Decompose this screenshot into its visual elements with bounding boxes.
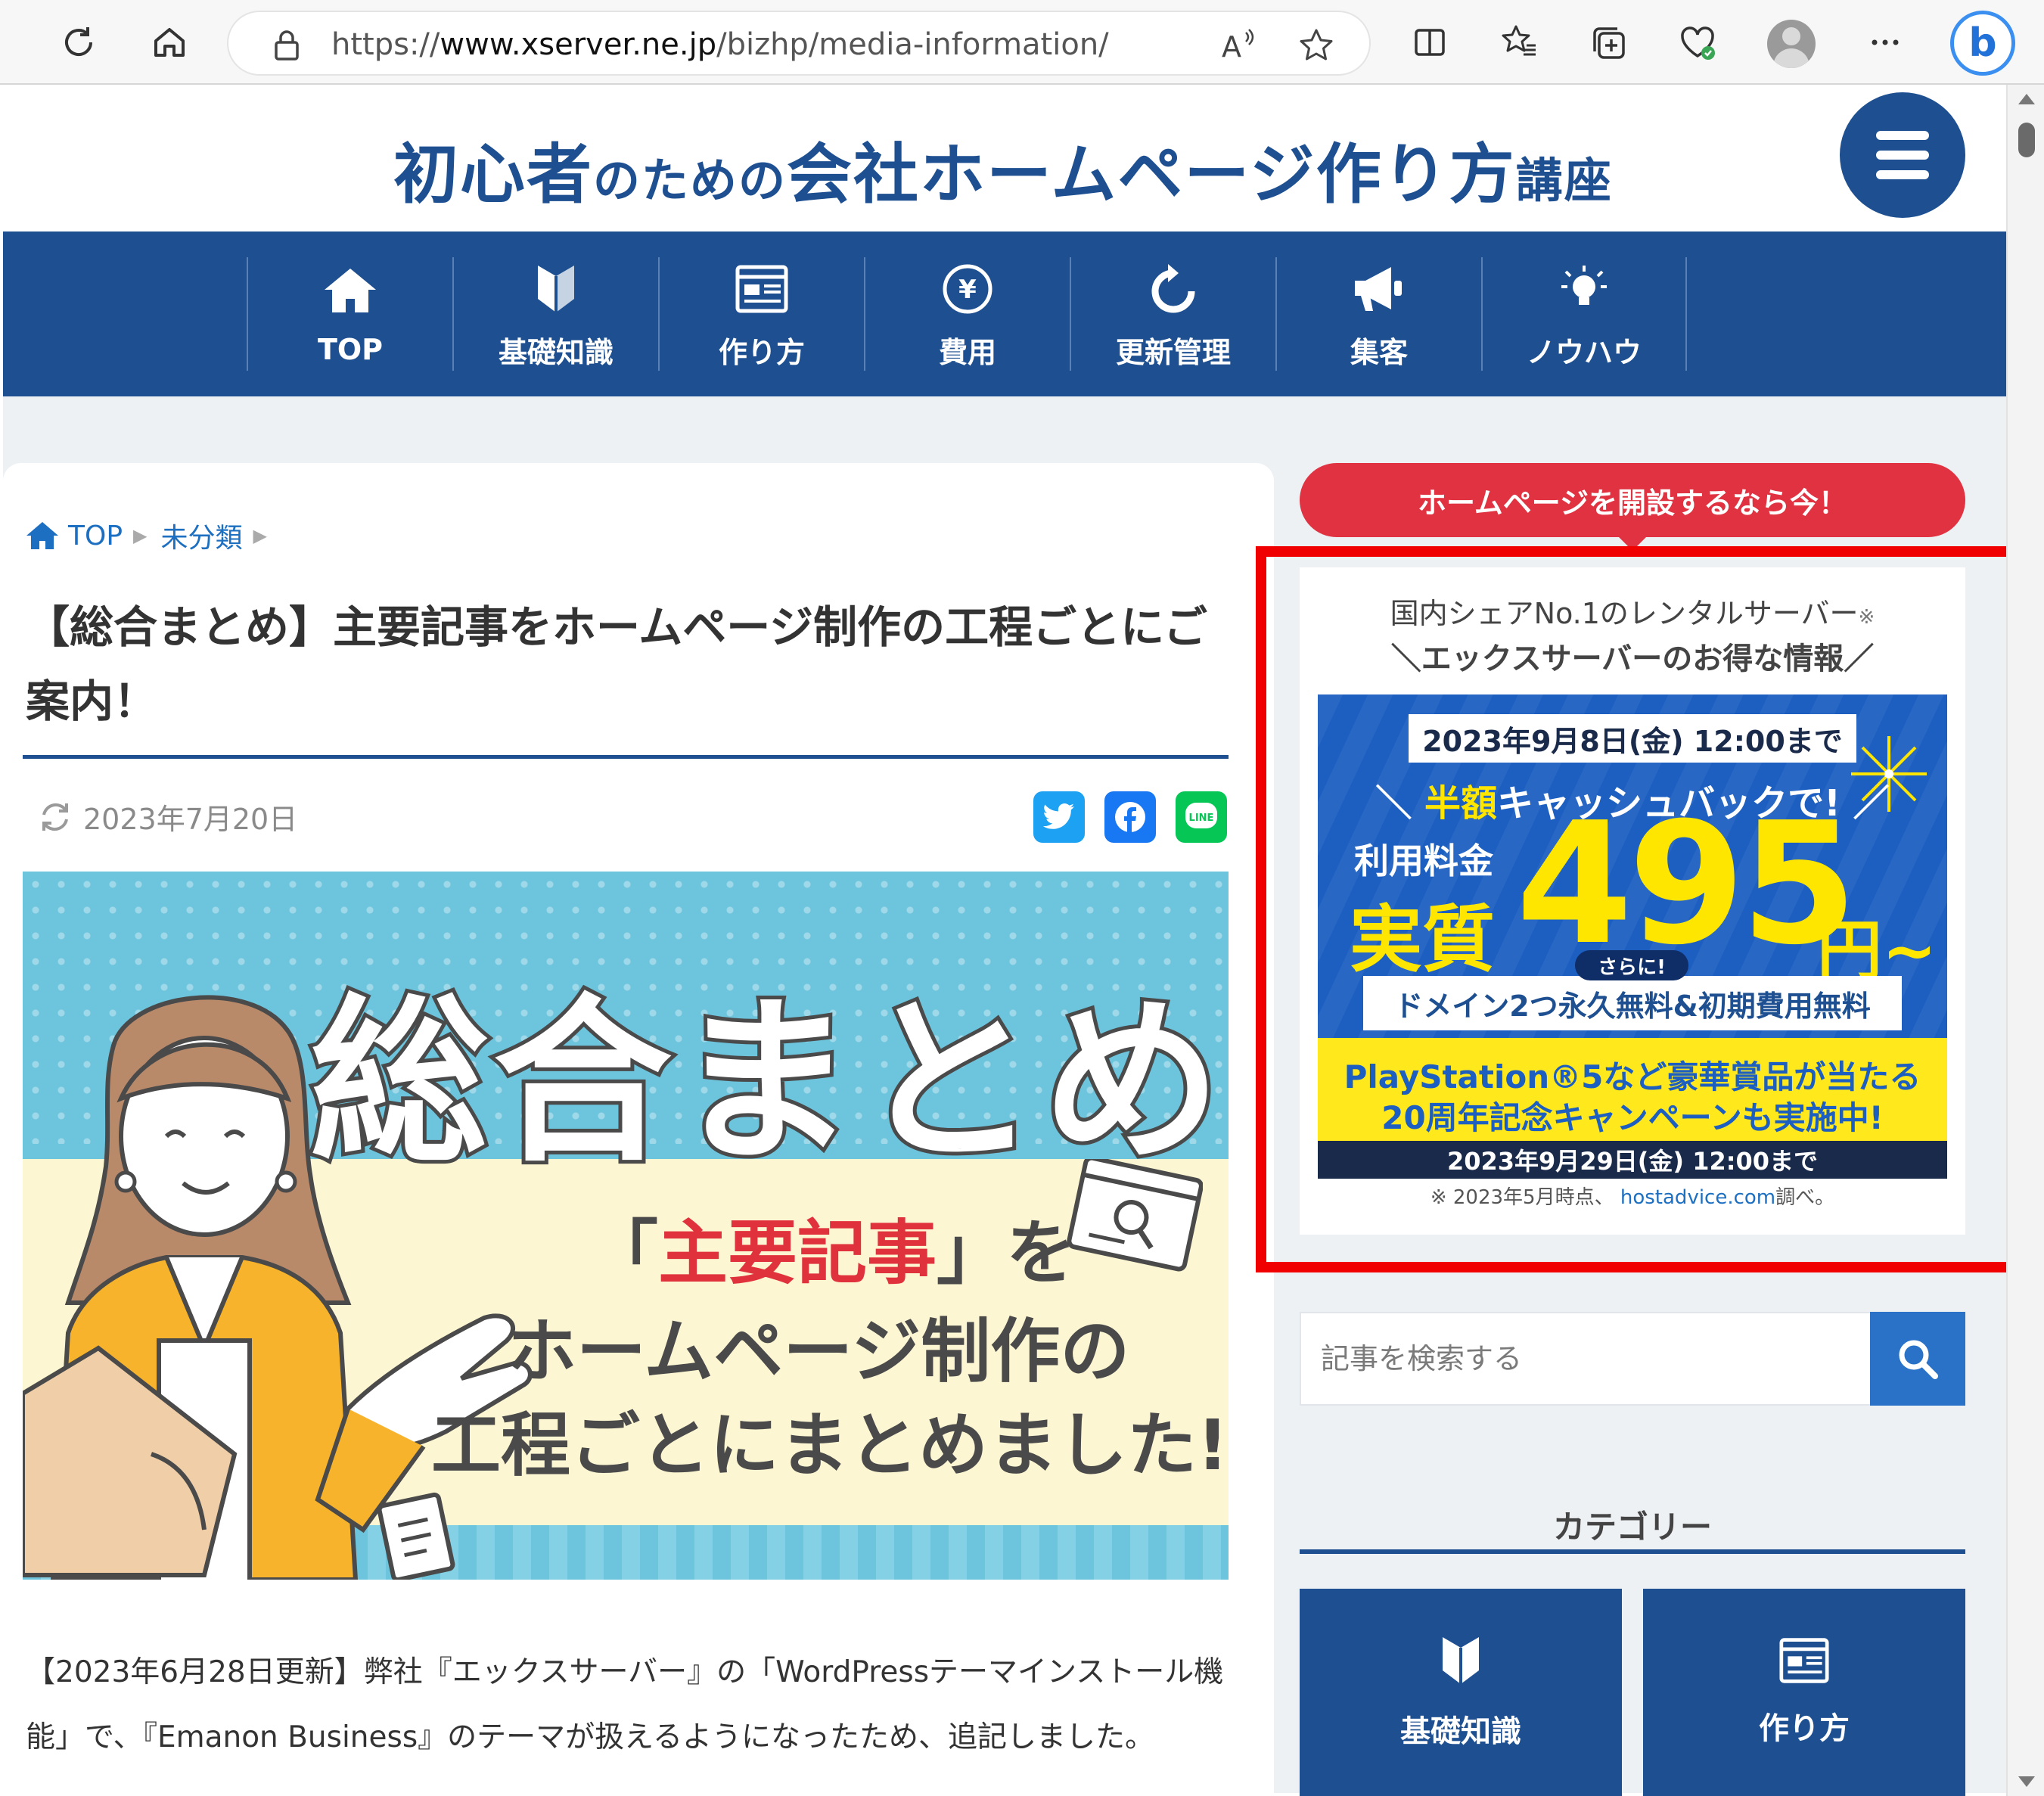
twitter-icon — [1042, 803, 1074, 829]
lightbulb-icon — [1554, 260, 1614, 317]
split-screen-icon[interactable] — [1406, 18, 1454, 67]
url-host: www.xserver.ne.jp — [440, 27, 717, 62]
category-tile-label: 基礎知識 — [1400, 1714, 1521, 1749]
webpage-icon — [732, 260, 792, 317]
category-tile-label: 作り方 — [1759, 1711, 1850, 1746]
facebook-share-button[interactable] — [1104, 791, 1156, 843]
date-text: 2023年7月20日 — [83, 803, 298, 836]
favorites-icon[interactable] — [1495, 18, 1543, 67]
nav-item-cost[interactable]: ¥ 費用 — [864, 257, 1070, 371]
search-box — [1300, 1312, 1875, 1406]
scroll-down-arrow-icon[interactable] — [2018, 1776, 2035, 1787]
hero-bracket-open: 「 — [589, 1213, 659, 1294]
twitter-share-button[interactable] — [1033, 791, 1085, 843]
refresh-icon — [1143, 260, 1204, 317]
collections-icon[interactable] — [1584, 18, 1632, 67]
profile-avatar[interactable] — [1767, 20, 1816, 68]
beginner-mark-icon — [526, 260, 586, 317]
house-icon — [320, 260, 381, 321]
article-intro-text: 【2023年6月28日更新】弊社『エックスサーバー』の「WordPressテーマ… — [26, 1655, 1224, 1754]
yen-coin-icon: ¥ — [937, 260, 998, 317]
chevron-right-icon: ▶ — [133, 525, 148, 546]
address-bar[interactable]: https://www.xserver.ne.jp/bizhp/media-in… — [227, 11, 1371, 76]
refresh-icon[interactable] — [54, 18, 103, 67]
breadcrumb-category-link[interactable]: 未分類 — [161, 516, 243, 555]
hero-image: 総合まとめ 「主要記事」を ホームページ制作の 工程ごとにまとめました! — [23, 872, 1229, 1580]
read-aloud-icon[interactable]: A — [1218, 24, 1260, 67]
search-input[interactable] — [1321, 1313, 1850, 1404]
nav-item-basics[interactable]: 基礎知識 — [452, 257, 658, 371]
breadcrumb-top-link[interactable]: TOP — [68, 520, 123, 552]
chevron-right-icon: ▶ — [253, 525, 267, 546]
article-card: TOP ▶ 未分類 ▶ 【総合まとめ】主要記事をホームページ制作の工程ごとにご案… — [3, 463, 1274, 1796]
lock-icon[interactable] — [269, 27, 304, 62]
nav-item-update[interactable]: 更新管理 — [1070, 257, 1275, 371]
logo-part4: 講座 — [1515, 153, 1613, 208]
hero-highlight-text: 主要記事 — [658, 1213, 937, 1294]
url-prefix: https:// — [331, 27, 440, 62]
scroll-thumb[interactable] — [2018, 123, 2035, 157]
nav-label: 更新管理 — [1115, 336, 1231, 369]
url-text[interactable]: https://www.xserver.ne.jp/bizhp/media-in… — [331, 27, 1109, 62]
promo-ribbon: ホームページを開設するなら今！ — [1300, 463, 1965, 551]
hamburger-line — [1876, 151, 1929, 160]
nav-item-marketing[interactable]: 集客 — [1275, 257, 1481, 371]
hamburger-line — [1876, 131, 1929, 140]
home-icon — [26, 522, 58, 549]
nav-label: TOP — [317, 333, 384, 366]
category-divider — [1300, 1549, 1965, 1554]
line-icon: LINE — [1185, 803, 1217, 828]
bing-copilot-icon[interactable]: b — [1950, 11, 2015, 76]
webpage-icon — [1779, 1638, 1829, 1683]
svg-text:A: A — [1222, 30, 1241, 64]
site-logo[interactable]: 初心者のための会社ホームページ作り方講座 — [393, 121, 1613, 216]
browser-toolbar: https://www.xserver.ne.jp/bizhp/media-in… — [0, 0, 2044, 85]
home-icon[interactable] — [145, 18, 194, 67]
url-path: /bizhp/media-information/ — [716, 27, 1109, 62]
nav-label: ノウハウ — [1526, 336, 1642, 369]
nav-label: 作り方 — [718, 336, 805, 369]
title-divider — [23, 755, 1229, 759]
line-share-button[interactable]: LINE — [1176, 791, 1227, 843]
browser-essentials-icon[interactable] — [1673, 18, 1722, 67]
svg-text:LINE: LINE — [1189, 813, 1214, 824]
category-heading: カテゴリー — [1300, 1490, 1965, 1558]
hero-line3: 工程ごとにまとめました! — [431, 1405, 1229, 1486]
search-button[interactable] — [1870, 1312, 1965, 1406]
search-icon — [1899, 1340, 1938, 1379]
logo-part3: 会社ホームページ作り方 — [787, 137, 1516, 213]
category-tile-howto[interactable]: 作り方 — [1643, 1589, 1965, 1796]
logo-part1: 初心者 — [393, 137, 593, 213]
scroll-up-arrow-icon[interactable] — [2018, 94, 2035, 104]
global-nav: TOP 基礎知識 作り方 ¥ 費用 更新管理 集客 ノウハウ — [3, 231, 2006, 396]
updated-date: 2023年7月20日 — [38, 796, 297, 837]
nav-item-knowhow[interactable]: ノウハウ — [1481, 257, 1687, 371]
hero-line1: 「主要記事」を — [589, 1197, 1076, 1297]
hero-line2: ホームページ制作の — [507, 1311, 1130, 1392]
logo-part2: のための — [593, 153, 787, 208]
red-highlight-frame — [1256, 546, 2020, 1272]
svg-text:¥: ¥ — [958, 275, 977, 305]
nav-item-howto[interactable]: 作り方 — [658, 257, 864, 371]
page-scrollbar[interactable] — [2006, 85, 2044, 1796]
article-title: 【総合まとめ】主要記事をホームページ制作の工程ごとにご案内！ — [26, 601, 1207, 727]
more-icon[interactable] — [1861, 18, 1909, 67]
facebook-icon — [1115, 802, 1145, 832]
breadcrumb: TOP ▶ 未分類 ▶ — [26, 516, 281, 555]
hero-headline: 総合まとめ — [306, 974, 1226, 1190]
nav-label: 費用 — [938, 336, 996, 369]
nav-label: 基礎知識 — [498, 336, 614, 369]
site-header: 初心者のための会社ホームページ作り方講座 — [0, 85, 2006, 231]
hamburger-menu-button[interactable] — [1840, 92, 1965, 218]
beginner-mark-icon — [1443, 1637, 1479, 1684]
refresh-icon — [42, 803, 68, 831]
megaphone-icon — [1349, 260, 1409, 317]
hero-bracket-close: 」を — [937, 1213, 1076, 1294]
category-tile-basics[interactable]: 基礎知識 — [1300, 1589, 1622, 1796]
nav-label: 集客 — [1350, 336, 1408, 369]
nav-item-top[interactable]: TOP — [247, 257, 452, 371]
favorite-star-icon[interactable] — [1295, 24, 1337, 67]
hamburger-line — [1876, 170, 1929, 179]
